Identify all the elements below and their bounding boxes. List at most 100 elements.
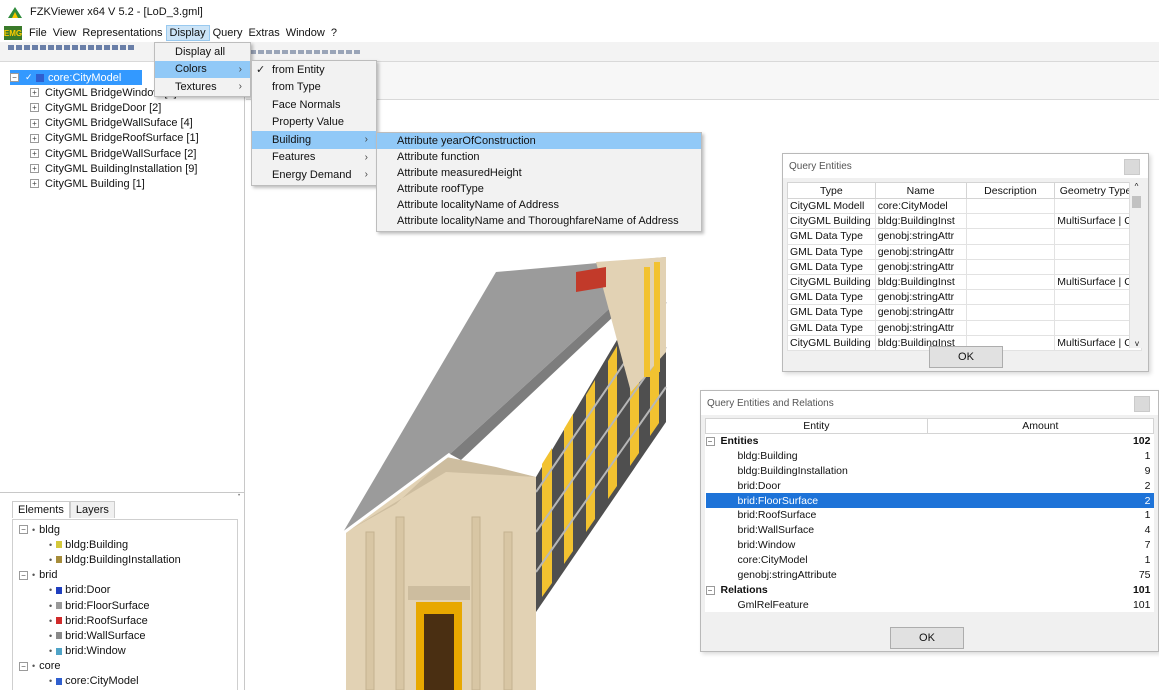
expand-icon[interactable]: + [30,179,39,189]
color-swatch-icon[interactable] [56,617,63,625]
table-row-group[interactable]: − Entities 102 [705,434,1154,449]
table-row[interactable]: core:CityModel 1 [706,553,1154,568]
element-group[interactable]: − • brid [19,568,231,583]
menu-item-from-type[interactable]: from Type [252,79,376,97]
table-row[interactable]: GML Data Type genobj:stringAttr [787,319,1142,336]
table-row[interactable]: GML Data Type genobj:stringAttr [787,304,1142,321]
menu-item-property-value[interactable]: Property Value [252,114,376,132]
checkmark-icon[interactable]: ✓ [25,72,33,83]
ok-button[interactable]: OK [890,627,964,649]
color-swatch-icon[interactable] [56,647,63,655]
column-header-entity[interactable]: Entity [705,418,928,434]
color-swatch-icon[interactable] [56,541,63,549]
column-header-type[interactable]: Type [787,182,876,199]
menu-item-attribute[interactable]: Attribute measuredHeight [377,165,701,181]
tree-item[interactable]: + CityGML Building [1] [10,176,199,191]
menu-item-attribute[interactable]: Attribute function [377,149,701,165]
expand-icon[interactable]: + [30,133,39,143]
expand-icon[interactable]: + [30,149,39,159]
menu-query[interactable]: Query [210,26,246,40]
table-row[interactable]: CityGML Building bldg:BuildingInst MultiSu… [787,273,1142,291]
menu-item-energy-demand[interactable]: Energy Demand › [252,166,376,184]
table-row[interactable]: genobj:stringAttribute 75 [706,568,1154,583]
menu-item-attribute[interactable]: Attribute roofType [377,181,701,197]
menu-item-textures[interactable]: Textures › [155,78,250,96]
menu-item-features[interactable]: Features › [252,149,376,167]
color-swatch-icon[interactable] [56,632,63,640]
column-header-description[interactable]: Description [965,182,1056,199]
menu-view[interactable]: View [50,26,80,40]
scroll-thumb[interactable] [1132,196,1141,208]
menu-item-attribute[interactable]: Attribute yearOfConstruction [377,133,701,149]
expand-icon[interactable]: + [30,103,39,113]
menu-help[interactable]: ? [328,26,340,40]
tree-item[interactable]: + CityGML BridgeRoofSurface [1] [10,131,199,146]
vertical-scrollbar[interactable]: ^ v [1129,182,1143,348]
tree-item[interactable]: + CityGML BridgeDoor [2] [10,100,199,115]
table-row[interactable]: GML Data Type genobj:stringAttr [787,289,1142,306]
table-row-group[interactable]: − Relations 101 [705,582,1154,597]
color-swatch-icon[interactable] [56,677,63,685]
element-group[interactable]: − • core [19,659,231,674]
collapse-icon[interactable]: − [19,570,28,580]
menu-window[interactable]: Window [283,26,328,40]
element-item[interactable]: • brid:Door [19,583,231,598]
menu-item-building[interactable]: Building › [252,131,376,149]
menu-item-display-all[interactable]: Display all [155,43,250,61]
table-row[interactable]: bldg:Building 1 [706,448,1154,463]
menu-item-attribute[interactable]: Attribute localityName and ThoroughfareN… [377,213,701,229]
element-item[interactable]: • brid:WallSurface [19,628,231,643]
collapse-icon[interactable]: − [10,73,19,83]
table-row[interactable]: brid:Window 7 [706,538,1154,553]
menu-representations[interactable]: Representations [79,26,165,40]
element-item[interactable]: • bldg:BuildingInstallation [19,552,231,567]
table-row[interactable]: CityGML Modell core:CityModel [787,197,1142,215]
expand-icon[interactable]: + [30,118,39,128]
color-swatch-icon[interactable] [56,556,63,564]
tab-layers[interactable]: Layers [69,501,115,518]
expand-icon[interactable]: + [30,88,39,98]
color-swatch-icon[interactable] [56,586,63,594]
menu-item-attribute[interactable]: Attribute localityName of Address [377,197,701,213]
column-header-name[interactable]: Name [874,182,967,199]
menu-item-colors[interactable]: Colors › [155,60,250,78]
collapse-icon[interactable]: − [705,437,715,447]
collapse-icon[interactable]: − [19,525,28,535]
document-icon[interactable]: EMG [4,26,22,40]
close-icon[interactable] [1124,159,1140,175]
scroll-up-icon[interactable]: ^ [1130,182,1143,194]
table-row[interactable]: bldg:BuildingInstallation 9 [706,463,1154,478]
element-item[interactable]: • brid:FloorSurface [19,598,231,613]
tree-item[interactable]: + CityGML BuildingInstallation [9] [10,161,199,176]
table-row[interactable]: brid:RoofSurface 1 [706,508,1154,523]
toolbar-icons-right[interactable] [250,50,360,54]
menu-file[interactable]: File [26,26,50,40]
table-row[interactable]: brid:Door 2 [706,478,1154,493]
tab-elements[interactable]: Elements [12,501,70,518]
menu-item-face-normals[interactable]: Face Normals [252,96,376,114]
column-header-amount[interactable]: Amount [926,418,1155,434]
toolbar-icons-left[interactable] [8,45,134,50]
scroll-down-icon[interactable]: v [1130,339,1144,348]
table-row[interactable]: GML Data Type genobj:stringAttr [787,228,1142,245]
menu-item-from-entity[interactable]: ✓ from Entity [252,61,376,79]
close-icon[interactable] [1134,396,1150,412]
table-row[interactable]: CityGML Building bldg:BuildingInst MultiSu… [787,213,1142,230]
table-row[interactable]: GML Data Type genobj:stringAttr [787,258,1142,275]
table-row-selected[interactable]: brid:FloorSurface 2 [705,493,1154,508]
menu-extras[interactable]: Extras [246,26,283,40]
tree-item[interactable]: + CityGML BridgeWallSurface [2] [10,146,199,161]
panel-options-icon[interactable]: • [238,493,240,499]
table-row[interactable]: brid:WallSurface 4 [706,523,1154,538]
expand-icon[interactable]: + [30,164,39,174]
element-item[interactable]: • bldg:Building [19,537,231,552]
table-row[interactable]: GML Data Type genobj:stringAttr [787,243,1142,260]
color-swatch-icon[interactable] [56,602,63,610]
table-row[interactable]: GmlRelFeature 101 [706,597,1154,612]
element-group[interactable]: − • bldg [19,522,231,537]
element-item[interactable]: • brid:RoofSurface [19,613,231,628]
element-item[interactable]: • core:CityModel [19,674,231,689]
menu-display[interactable]: Display [165,25,210,41]
ok-button[interactable]: OK [929,346,1003,368]
tree-item-root[interactable]: − ✓ core:CityModel [10,70,142,86]
